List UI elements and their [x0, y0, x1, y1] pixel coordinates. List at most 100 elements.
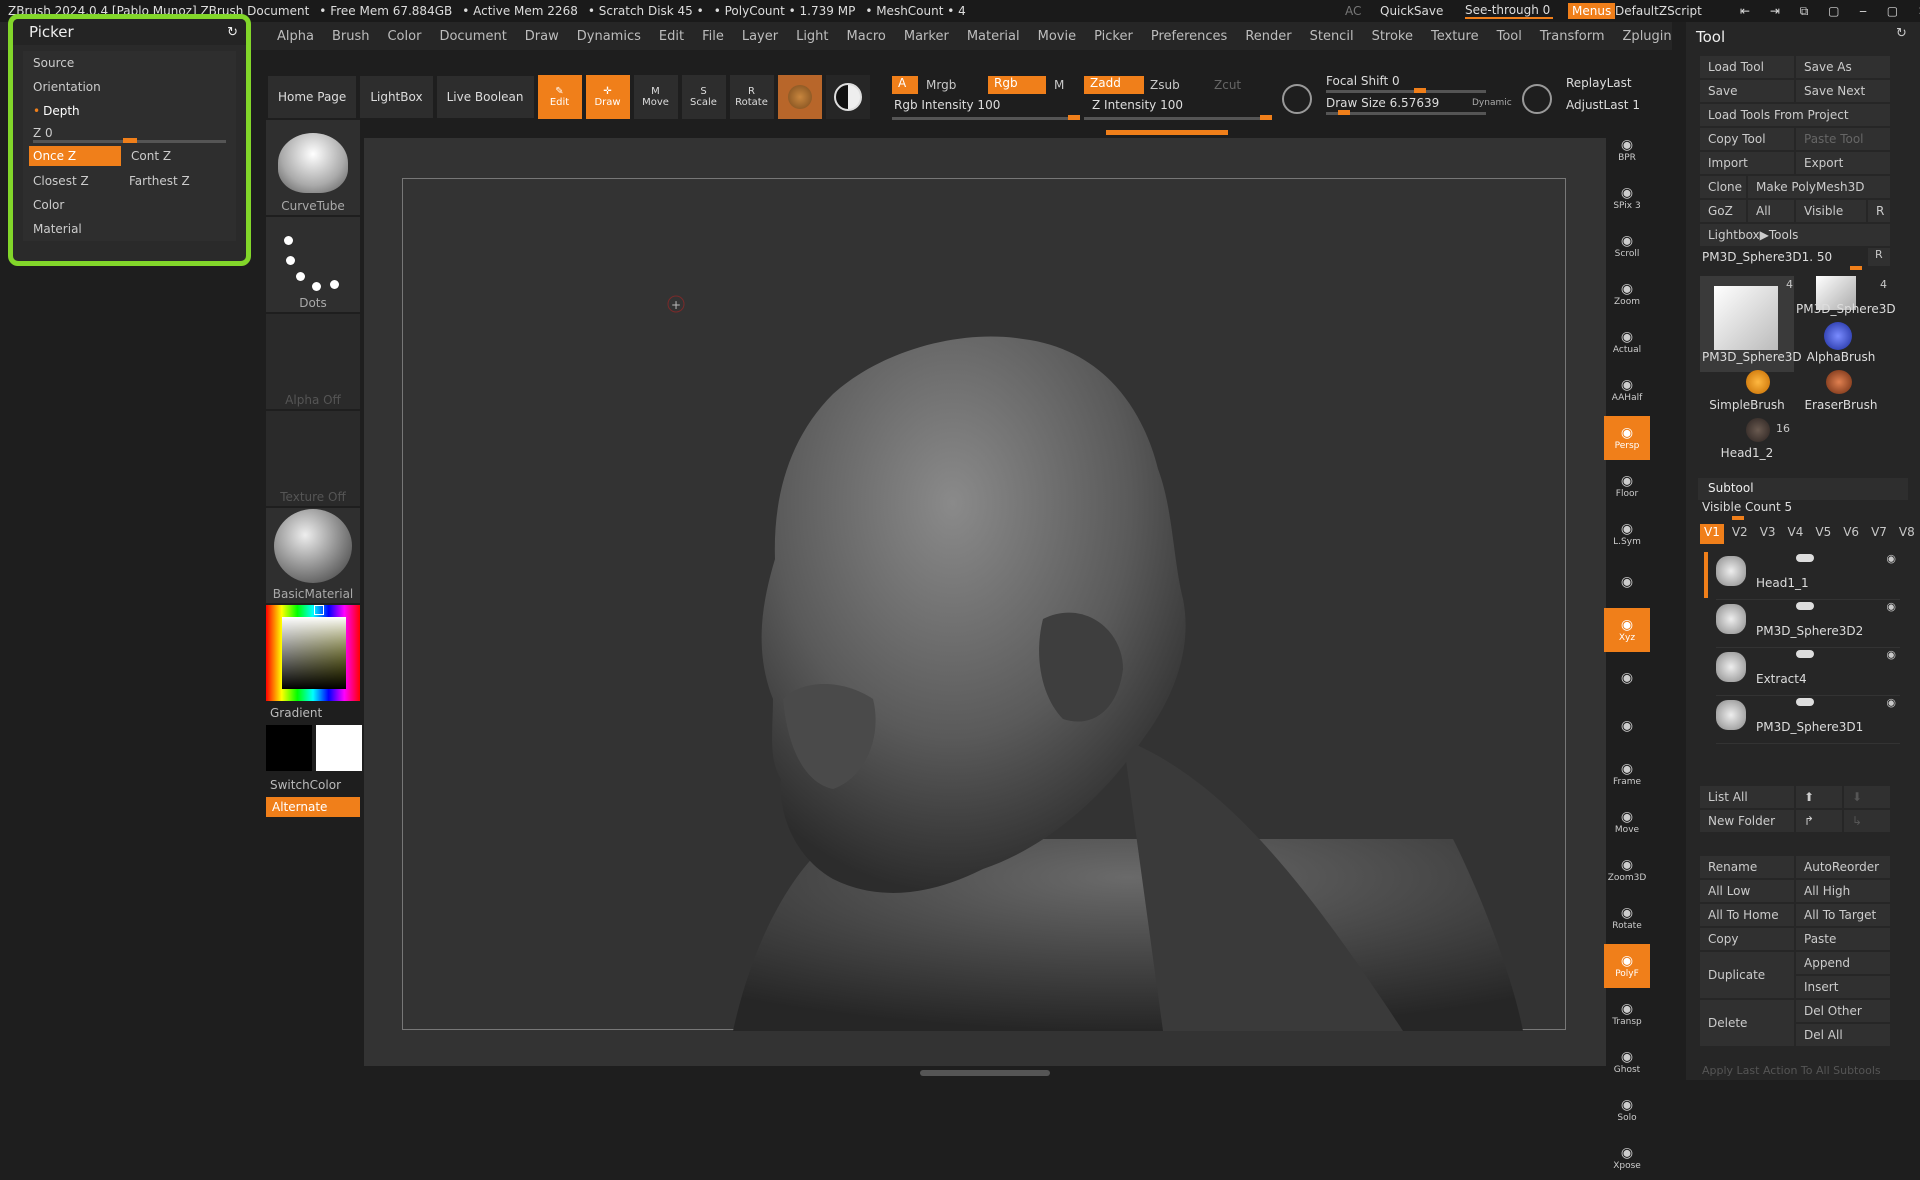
menu-texture[interactable]: Texture — [1422, 29, 1488, 44]
menu-transform[interactable]: Transform — [1531, 29, 1614, 44]
autoreorder-button[interactable]: AutoReorder — [1796, 856, 1890, 878]
list-all-button[interactable]: List All — [1700, 786, 1794, 808]
shelf-l-sym-button[interactable]: ◉ L.Sym — [1604, 512, 1650, 556]
head-thumb-icon[interactable] — [1746, 418, 1770, 442]
all-high-button[interactable]: All High — [1796, 880, 1890, 902]
current-tool-slider[interactable]: PM3D_Sphere3D1. 50 — [1702, 250, 1832, 264]
rgb-button[interactable]: Rgb — [988, 76, 1046, 94]
save-as-button[interactable]: Save As — [1796, 56, 1890, 78]
canvas-frame[interactable]: + — [402, 178, 1567, 1031]
menu-tool[interactable]: Tool — [1488, 29, 1531, 44]
replay-last-button[interactable]: ReplayLast — [1566, 76, 1632, 90]
eye-icon[interactable]: ◉ — [1886, 600, 1896, 613]
folder-arrow-icon[interactable]: ↱ — [1796, 810, 1842, 832]
z-slider[interactable]: Z 0 — [23, 123, 236, 143]
farthest-z-button[interactable]: Farthest Z — [129, 174, 221, 188]
all-to-target-button[interactable]: All To Target — [1796, 904, 1890, 926]
menu-layer[interactable]: Layer — [733, 29, 787, 44]
menu-edit[interactable]: Edit — [650, 29, 693, 44]
edit-button[interactable]: ✎ Edit — [537, 75, 582, 119]
shelf-polyf-button[interactable]: ◉ PolyF — [1604, 944, 1650, 988]
goz-visible-button[interactable]: Visible — [1796, 200, 1866, 222]
eye-icon[interactable]: ◉ — [1886, 648, 1896, 661]
source-item[interactable]: Source — [23, 51, 236, 75]
visibility-set-v4[interactable]: V4 — [1784, 524, 1808, 544]
paste-tool-button[interactable]: Paste Tool — [1796, 128, 1890, 150]
visible-count-slider[interactable]: Visible Count 5 — [1702, 500, 1792, 514]
color-item[interactable]: Color — [23, 193, 236, 217]
visibility-set-v7[interactable]: V7 — [1867, 524, 1891, 544]
menus-toggle[interactable]: Menus — [1568, 3, 1616, 19]
insert-button[interactable]: Insert — [1796, 976, 1890, 998]
subtool-toggle[interactable] — [1796, 602, 1814, 610]
visibility-set-v3[interactable]: V3 — [1756, 524, 1780, 544]
folder-out-icon[interactable]: ↳ — [1844, 810, 1890, 832]
apply-last-action-label[interactable]: Apply Last Action To All Subtools — [1702, 1064, 1881, 1077]
shelf-aahalf-button[interactable]: ◉ AAHalf — [1604, 368, 1650, 412]
m-button[interactable]: M — [1054, 78, 1064, 92]
menu-movie[interactable]: Movie — [1029, 29, 1085, 44]
see-through-slider[interactable]: See-through 0 — [1465, 3, 1553, 19]
subtool-item[interactable]: ◉ Extract4 — [1716, 648, 1900, 696]
goz-all-button[interactable]: All — [1748, 200, 1794, 222]
stroke-d-icon[interactable] — [1522, 84, 1552, 114]
mrgb-button[interactable]: Mrgb — [926, 78, 956, 92]
viewport-scroll-handle[interactable] — [920, 1070, 1050, 1076]
menu-light[interactable]: Light — [787, 29, 837, 44]
refresh-icon[interactable]: ↻ — [227, 25, 238, 40]
del-all-button[interactable]: Del All — [1796, 1024, 1890, 1046]
move-button[interactable]: M Move — [633, 75, 678, 119]
home-page-button[interactable]: Home Page — [268, 76, 357, 118]
shelf-xpose-button[interactable]: ◉ Xpose — [1604, 1136, 1650, 1180]
shelf-actual-button[interactable]: ◉ Actual — [1604, 320, 1650, 364]
main-color-swatch[interactable] — [316, 725, 362, 771]
draw-size-slider[interactable]: Draw Size 6.57639 — [1326, 96, 1439, 110]
a-button[interactable]: A — [892, 76, 918, 94]
visibility-set-v1[interactable]: V1 — [1700, 524, 1724, 544]
material-basic-button[interactable]: BasicMaterial — [266, 508, 360, 603]
alpha-off-button[interactable]: Alpha Off — [266, 314, 360, 409]
shelf-floor-button[interactable]: ◉ Floor — [1604, 464, 1650, 508]
menu-material[interactable]: Material — [958, 29, 1029, 44]
secondary-color-swatch[interactable] — [266, 725, 312, 771]
brush-curvetube-button[interactable]: CurveTube — [266, 120, 360, 215]
eraserbrush-icon[interactable] — [1826, 370, 1852, 394]
shelf-tool-11-button[interactable]: ◉ — [1604, 656, 1650, 700]
zcut-button[interactable]: Zcut — [1214, 78, 1241, 92]
lightbox-tools-button[interactable]: Lightbox▶Tools — [1700, 224, 1890, 246]
shelf-tool-12-button[interactable]: ◉ — [1604, 704, 1650, 748]
sculpt-model-head[interactable]: + — [403, 179, 1567, 1031]
simplebrush-icon[interactable] — [1746, 370, 1770, 394]
current-tool-r-button[interactable]: R — [1868, 248, 1890, 266]
gradient-label[interactable]: Gradient — [266, 701, 362, 725]
menu-picker[interactable]: Picker — [1085, 29, 1142, 44]
make-polymesh-button[interactable]: Make PolyMesh3D — [1748, 176, 1890, 198]
move-up-icon[interactable]: ⬆ — [1796, 786, 1842, 808]
lightbox-button[interactable]: LightBox — [360, 76, 433, 118]
load-from-project-button[interactable]: Load Tools From Project — [1700, 104, 1890, 126]
depth-item[interactable]: • Depth — [23, 99, 236, 123]
subtool-item[interactable]: ◉ PM3D_Sphere3D2 — [1716, 600, 1900, 648]
menu-file[interactable]: File — [693, 29, 733, 44]
all-to-home-button[interactable]: All To Home — [1700, 904, 1794, 926]
zsub-button[interactable]: Zsub — [1150, 78, 1180, 92]
shelf-rotate-button[interactable]: ◉ Rotate — [1604, 896, 1650, 940]
shelf-transp-button[interactable]: ◉ Transp — [1604, 992, 1650, 1036]
subtool-item[interactable]: ◉ PM3D_Sphere3D1 — [1716, 696, 1900, 744]
shelf-spix-3-button[interactable]: ◉ SPix 3 — [1604, 176, 1650, 220]
delete-button[interactable]: Delete — [1700, 1000, 1794, 1046]
scale-button[interactable]: S Scale — [681, 75, 726, 119]
menu-document[interactable]: Document — [430, 29, 515, 44]
menu-brush[interactable]: Brush — [323, 29, 379, 44]
shelf-solo-button[interactable]: ◉ Solo — [1604, 1088, 1650, 1132]
window-controls-icon[interactable]: ⇤ ⇥ ⧉ ▢ ‒ ▢ ✕ — [1740, 4, 1920, 19]
save-next-button[interactable]: Save Next — [1796, 80, 1890, 102]
stroke-s-icon[interactable] — [1282, 84, 1312, 114]
adjust-last-slider[interactable]: AdjustLast 1 — [1566, 98, 1640, 112]
del-other-button[interactable]: Del Other — [1796, 1000, 1890, 1022]
menu-stencil[interactable]: Stencil — [1301, 29, 1363, 44]
visibility-set-v5[interactable]: V5 — [1811, 524, 1835, 544]
subtool-header[interactable]: Subtool — [1698, 478, 1908, 500]
subtool-toggle[interactable] — [1796, 698, 1814, 706]
closest-z-button[interactable]: Closest Z — [33, 174, 129, 188]
